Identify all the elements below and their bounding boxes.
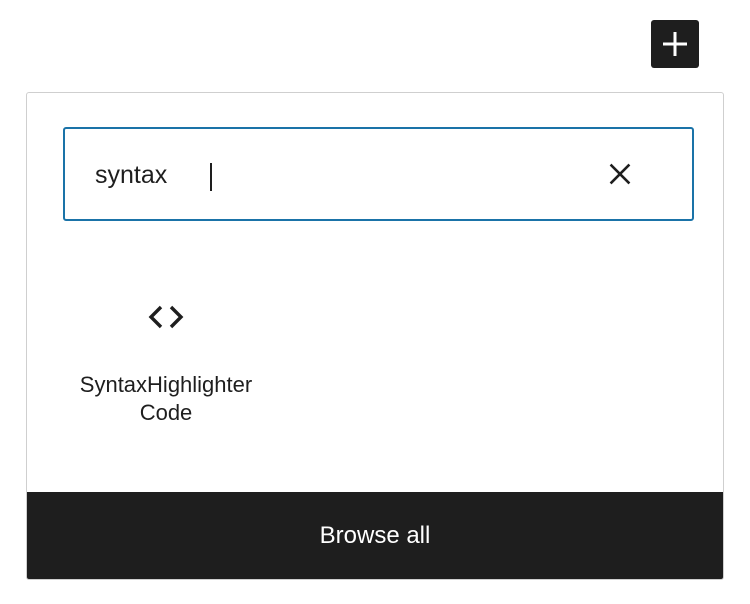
plus-icon <box>663 32 687 56</box>
close-icon <box>609 163 631 185</box>
text-caret <box>210 163 212 191</box>
search-box <box>63 127 694 221</box>
search-input[interactable] <box>95 155 575 195</box>
block-inserter-panel: SyntaxHighlighter Code Browse all <box>26 92 724 580</box>
block-result-syntaxhighlighter[interactable]: SyntaxHighlighter Code <box>75 289 257 439</box>
block-result-label: SyntaxHighlighter Code <box>79 372 253 425</box>
clear-search-button[interactable] <box>597 151 643 197</box>
code-brackets-icon <box>148 303 184 331</box>
page: SyntaxHighlighter Code Browse all <box>0 0 750 604</box>
add-block-button[interactable] <box>651 20 699 68</box>
browse-all-button[interactable]: Browse all <box>27 492 723 579</box>
